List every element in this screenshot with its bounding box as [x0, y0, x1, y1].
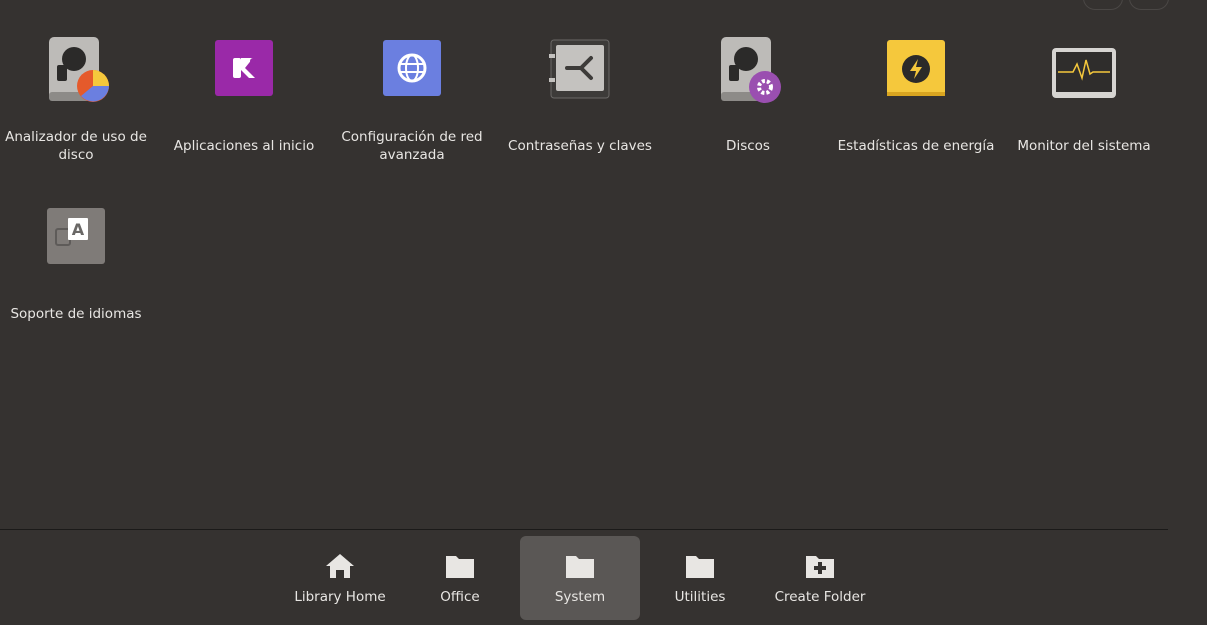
app-power-statistics[interactable]: Estadísticas de energía	[832, 34, 1000, 194]
app-label: Discos	[726, 138, 770, 154]
create-folder-icon	[806, 556, 834, 578]
tab-label: System	[554, 589, 606, 605]
folder-icon	[446, 556, 474, 578]
app-language-support[interactable]: A Soporte de idiomas	[0, 202, 160, 362]
app-startup-applications[interactable]: Aplicaciones al inicio	[160, 34, 328, 194]
tab-label: Office	[440, 589, 480, 605]
app-label: Aplicaciones al inicio	[173, 138, 315, 154]
system-monitor-icon	[1052, 48, 1116, 98]
folder-icon	[686, 556, 714, 578]
tab-system[interactable]: System	[520, 536, 640, 620]
tab-library-home[interactable]: Library Home	[280, 536, 400, 620]
app-disks[interactable]: Discos	[664, 34, 832, 194]
advanced-network-icon	[383, 40, 441, 96]
app-label: Configuración de red avanzada	[341, 129, 483, 163]
disks-icon	[721, 37, 781, 103]
app-label: Contraseñas y claves	[508, 138, 652, 154]
window-control-button[interactable]	[1083, 0, 1123, 10]
app-disk-usage-analyzer[interactable]: Analizador de uso de disco	[0, 34, 160, 194]
tab-office[interactable]: Office	[400, 536, 520, 620]
bottom-navigation: Library Home Office System Utilities Cre…	[0, 530, 1207, 625]
app-advanced-network[interactable]: Configuración de red avanzada	[328, 34, 496, 194]
app-system-monitor[interactable]: Monitor del sistema	[1000, 34, 1168, 194]
language-support-icon: A	[47, 208, 105, 264]
tab-label: Create Folder	[774, 589, 866, 605]
app-label: Estadísticas de energía	[837, 138, 995, 154]
app-label: Soporte de idiomas	[10, 306, 142, 322]
disk-usage-analyzer-icon	[49, 37, 109, 102]
window-control-button[interactable]	[1129, 0, 1169, 10]
tab-utilities[interactable]: Utilities	[640, 536, 760, 620]
app-label: Analizador de uso de disco	[5, 129, 147, 163]
home-icon	[326, 554, 354, 578]
app-label: Monitor del sistema	[1017, 138, 1151, 154]
svg-text:A: A	[72, 220, 85, 239]
power-statistics-icon	[887, 40, 945, 96]
folder-icon	[566, 556, 594, 578]
app-passwords-keys[interactable]: Contraseñas y claves	[496, 34, 664, 194]
passwords-keys-icon	[549, 39, 610, 99]
tab-label: Utilities	[674, 589, 726, 605]
tab-label: Library Home	[294, 589, 386, 605]
startup-applications-icon	[215, 40, 273, 96]
tab-create-folder[interactable]: Create Folder	[760, 536, 880, 620]
